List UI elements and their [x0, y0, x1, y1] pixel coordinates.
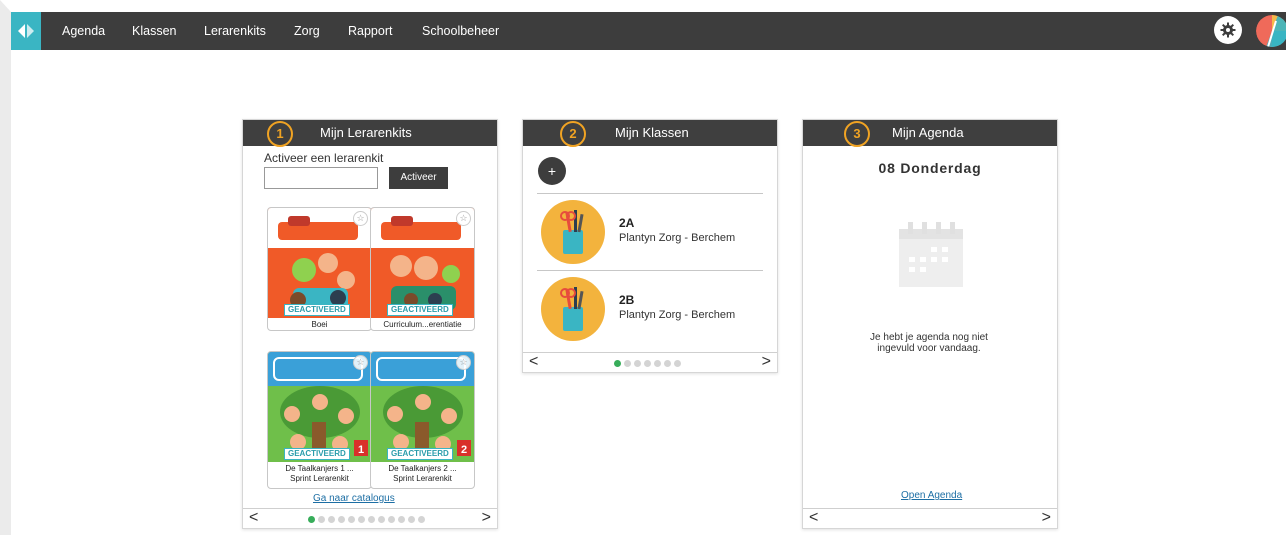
pager-dots — [308, 516, 425, 523]
kit-cover-image: ☆ GEACTIVEERD — [371, 208, 474, 318]
activate-kit-label: Activeer een lerarenkit — [264, 151, 384, 165]
step-number-badge: 2 — [560, 121, 586, 147]
kit-tile[interactable]: 1 ☆ GEACTIVEERD De Taalkanjers 1 ... Spr… — [267, 351, 372, 489]
class-school: Plantyn Zorg - Berchem — [619, 232, 736, 244]
kit-title: De Taalkanjers 1 ... — [285, 464, 354, 473]
lerarenkits-card-header: 1 Mijn Lerarenkits — [243, 120, 497, 147]
lerarenkits-pager: < > — [243, 508, 497, 528]
pager-dot[interactable] — [674, 360, 681, 367]
class-list-item[interactable]: 2A Plantyn Zorg - Berchem — [537, 193, 763, 271]
kit-subtitle: Sprint Lerarenkit — [393, 474, 452, 483]
pager-dot[interactable] — [308, 516, 315, 523]
class-name: 2B — [619, 293, 635, 307]
kit-title: Boei — [311, 320, 328, 329]
favorite-star-icon[interactable]: ☆ — [456, 211, 471, 226]
open-agenda-link[interactable]: Open Agenda — [901, 490, 962, 501]
kit-corner-number: 1 — [358, 444, 364, 456]
pager-dot[interactable] — [408, 516, 415, 523]
gear-icon — [1220, 22, 1236, 38]
favorite-star-icon[interactable]: ☆ — [456, 355, 471, 370]
kit-subtitle: Sprint Lerarenkit — [290, 474, 349, 483]
avatar-icon — [1256, 15, 1286, 47]
pager-dot[interactable] — [328, 516, 335, 523]
kit-corner-number: 2 — [461, 444, 467, 456]
nav-agenda[interactable]: Agenda — [62, 12, 105, 50]
chevron-left-icon[interactable]: < — [249, 510, 258, 526]
kit-tile[interactable]: ☆ GEACTIVEERD Curriculum...erentiatie — [370, 207, 475, 331]
calendar-icon — [896, 219, 966, 294]
class-name: 2A — [619, 216, 635, 230]
card-title: Mijn Lerarenkits — [320, 125, 412, 140]
kit-cover-image: 2 ☆ GEACTIVEERD — [371, 352, 474, 462]
favorite-star-icon[interactable]: ☆ — [353, 355, 368, 370]
pager-dots — [614, 360, 681, 367]
pager-dot[interactable] — [318, 516, 325, 523]
favorite-star-icon[interactable]: ☆ — [353, 211, 368, 226]
app-logo[interactable] — [11, 12, 41, 50]
logo-icon — [18, 24, 34, 38]
card-title: Mijn Agenda — [892, 125, 964, 140]
pencil-cup-icon — [541, 277, 605, 341]
step-number-badge: 3 — [844, 121, 870, 147]
nav-zorg[interactable]: Zorg — [294, 12, 320, 50]
pager-dot[interactable] — [614, 360, 621, 367]
activate-button[interactable]: Activeer — [389, 167, 448, 189]
chevron-right-icon[interactable]: > — [1042, 510, 1051, 526]
pager-dot[interactable] — [654, 360, 661, 367]
activated-badge: GEACTIVEERD — [387, 304, 453, 316]
nav-schoolbeheer[interactable]: Schoolbeheer — [422, 12, 499, 50]
pager-dot[interactable] — [418, 516, 425, 523]
add-class-button[interactable]: + — [538, 157, 566, 185]
pager-dot[interactable] — [348, 516, 355, 523]
chevron-left-icon[interactable]: < — [529, 354, 538, 370]
kit-tile[interactable]: 2 ☆ GEACTIVEERD De Taalkanjers 2 ... Spr… — [370, 351, 475, 489]
lerarenkits-card: 1 Mijn Lerarenkits Activeer een lerarenk… — [242, 119, 498, 529]
settings-button[interactable] — [1214, 16, 1242, 44]
nav-lerarenkits[interactable]: Lerarenkits — [204, 12, 266, 50]
activated-badge: GEACTIVEERD — [387, 448, 453, 460]
agenda-card-header: 3 Mijn Agenda — [803, 120, 1057, 147]
pager-dot[interactable] — [664, 360, 671, 367]
activate-kit-input[interactable] — [264, 167, 378, 189]
activated-badge: GEACTIVEERD — [284, 448, 350, 460]
nav-klassen[interactable]: Klassen — [132, 12, 176, 50]
top-navbar: Agenda Klassen Lerarenkits Zorg Rapport … — [11, 12, 1286, 50]
kit-cover-image: ☆ GEACTIVEERD — [268, 208, 371, 318]
agenda-date: 08 Donderdag — [878, 160, 982, 176]
step-number-badge: 1 — [267, 121, 293, 147]
pager-dot[interactable] — [634, 360, 641, 367]
kit-cover-image: 1 ☆ GEACTIVEERD — [268, 352, 371, 462]
kit-title: Curriculum...erentiatie — [383, 320, 462, 329]
kit-tile[interactable]: ☆ GEACTIVEERD Boei — [267, 207, 372, 331]
klassen-card: 2 Mijn Klassen + 2A Plantyn Zorg - Berch… — [522, 119, 778, 373]
chevron-right-icon[interactable]: > — [762, 354, 771, 370]
user-avatar[interactable] — [1256, 15, 1286, 47]
chevron-left-icon[interactable]: < — [809, 510, 818, 526]
agenda-empty-message: Je hebt je agenda nog niet ingevuld voor… — [870, 332, 988, 354]
catalog-link[interactable]: Ga naar catalogus — [313, 493, 395, 504]
pager-dot[interactable] — [624, 360, 631, 367]
class-list-item[interactable]: 2B Plantyn Zorg - Berchem — [537, 270, 763, 348]
klassen-card-header: 2 Mijn Klassen — [523, 120, 777, 147]
pager-dot[interactable] — [644, 360, 651, 367]
pager-dot[interactable] — [388, 516, 395, 523]
class-school: Plantyn Zorg - Berchem — [619, 309, 736, 321]
pencil-cup-icon — [541, 200, 605, 264]
klassen-pager: < > — [523, 352, 777, 372]
pager-dot[interactable] — [358, 516, 365, 523]
agenda-pager: < > — [803, 508, 1057, 528]
pager-dot[interactable] — [368, 516, 375, 523]
activated-badge: GEACTIVEERD — [284, 304, 350, 316]
pager-dot[interactable] — [378, 516, 385, 523]
card-title: Mijn Klassen — [615, 125, 689, 140]
pager-dot[interactable] — [398, 516, 405, 523]
chevron-right-icon[interactable]: > — [482, 510, 491, 526]
kit-title: De Taalkanjers 2 ... — [388, 464, 457, 473]
nav-rapport[interactable]: Rapport — [348, 12, 392, 50]
pager-dot[interactable] — [338, 516, 345, 523]
agenda-card: 3 Mijn Agenda 08 Donderdag Je hebt je ag… — [802, 119, 1058, 529]
